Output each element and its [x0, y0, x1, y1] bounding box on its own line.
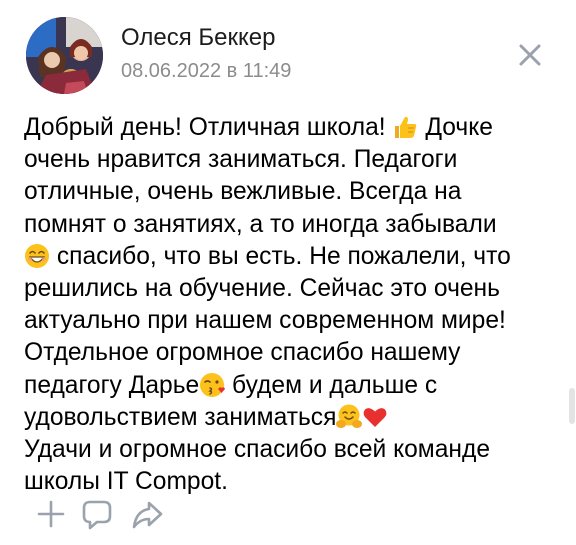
share-icon[interactable]: [130, 497, 164, 531]
comment-icon[interactable]: [80, 497, 114, 531]
text-segment: удовольствием заниматься: [24, 403, 337, 431]
text-segment: Удачи и огромное спасибо всей команде: [24, 436, 490, 464]
post-text-line: отличные, очень вежливые. Всегда на: [24, 176, 559, 208]
post-text-line: школы IT Compot.: [24, 466, 559, 498]
post-text-line: Добрый день! Отличная школа! Дочке: [24, 112, 559, 144]
text-segment: Дочке: [418, 114, 493, 141]
post-text-line: помнят о занятиях, а то иногда забывали: [24, 209, 559, 241]
post-text-line: актуально при нашем современном мире!: [24, 305, 559, 337]
post-text: Добрый день! Отличная школа! Дочке очень …: [24, 112, 559, 498]
post-text-line: Отдельное огромное спасибо нашему: [24, 337, 559, 369]
hugging-face-emoji: [336, 404, 363, 430]
text-segment: будем и дальше с: [225, 371, 438, 399]
scrollbar[interactable]: [569, 388, 575, 424]
post-date: 08.06.2022 в 11:49: [121, 60, 292, 82]
close-icon[interactable]: [514, 39, 546, 71]
text-segment: помнят о занятиях, а то иногда забывали: [24, 210, 497, 238]
text-segment: Добрый день! Отличная школа!: [24, 114, 393, 141]
post-text-line: Удачи и огромное спасибо всей команде: [24, 434, 559, 466]
text-segment: актуально при нашем современном мире!: [24, 307, 506, 335]
text-segment: школы IT Compot.: [24, 468, 228, 496]
text-segment: решились на обучение. Сейчас это очень: [24, 275, 500, 303]
kissing-face-emoji: [199, 372, 226, 398]
text-segment: спасибо, что вы есть. Не пожалели, что: [50, 242, 511, 270]
thumbs-up-emoji: [392, 114, 418, 140]
red-heart-emoji: [362, 404, 388, 430]
grinning-face-emoji: [24, 243, 50, 269]
text-segment: педагогу Дарье: [24, 371, 200, 399]
post-text-line: спасибо, что вы есть. Не пожалели, что: [24, 241, 559, 273]
post-text-line: удовольствием заниматься: [24, 402, 559, 434]
plus-icon[interactable]: [34, 497, 68, 531]
text-segment: Отдельное огромное спасибо нашему: [24, 339, 461, 367]
post-text-line: решились на обучение. Сейчас это очень: [24, 273, 559, 305]
text-segment: отличные, очень вежливые. Всегда на: [24, 178, 462, 206]
avatar[interactable]: [26, 17, 103, 94]
post-text-line: педагогу Дарье будем и дальше с: [24, 370, 559, 402]
post-text-line: очень нравится заниматься. Педагоги: [24, 144, 559, 176]
review-post: Олеся Беккер 08.06.2022 в 11:49 Добрый д…: [0, 0, 576, 545]
text-segment: очень нравится заниматься. Педагоги: [24, 146, 458, 174]
author-name[interactable]: Олеся Беккер: [121, 24, 275, 52]
